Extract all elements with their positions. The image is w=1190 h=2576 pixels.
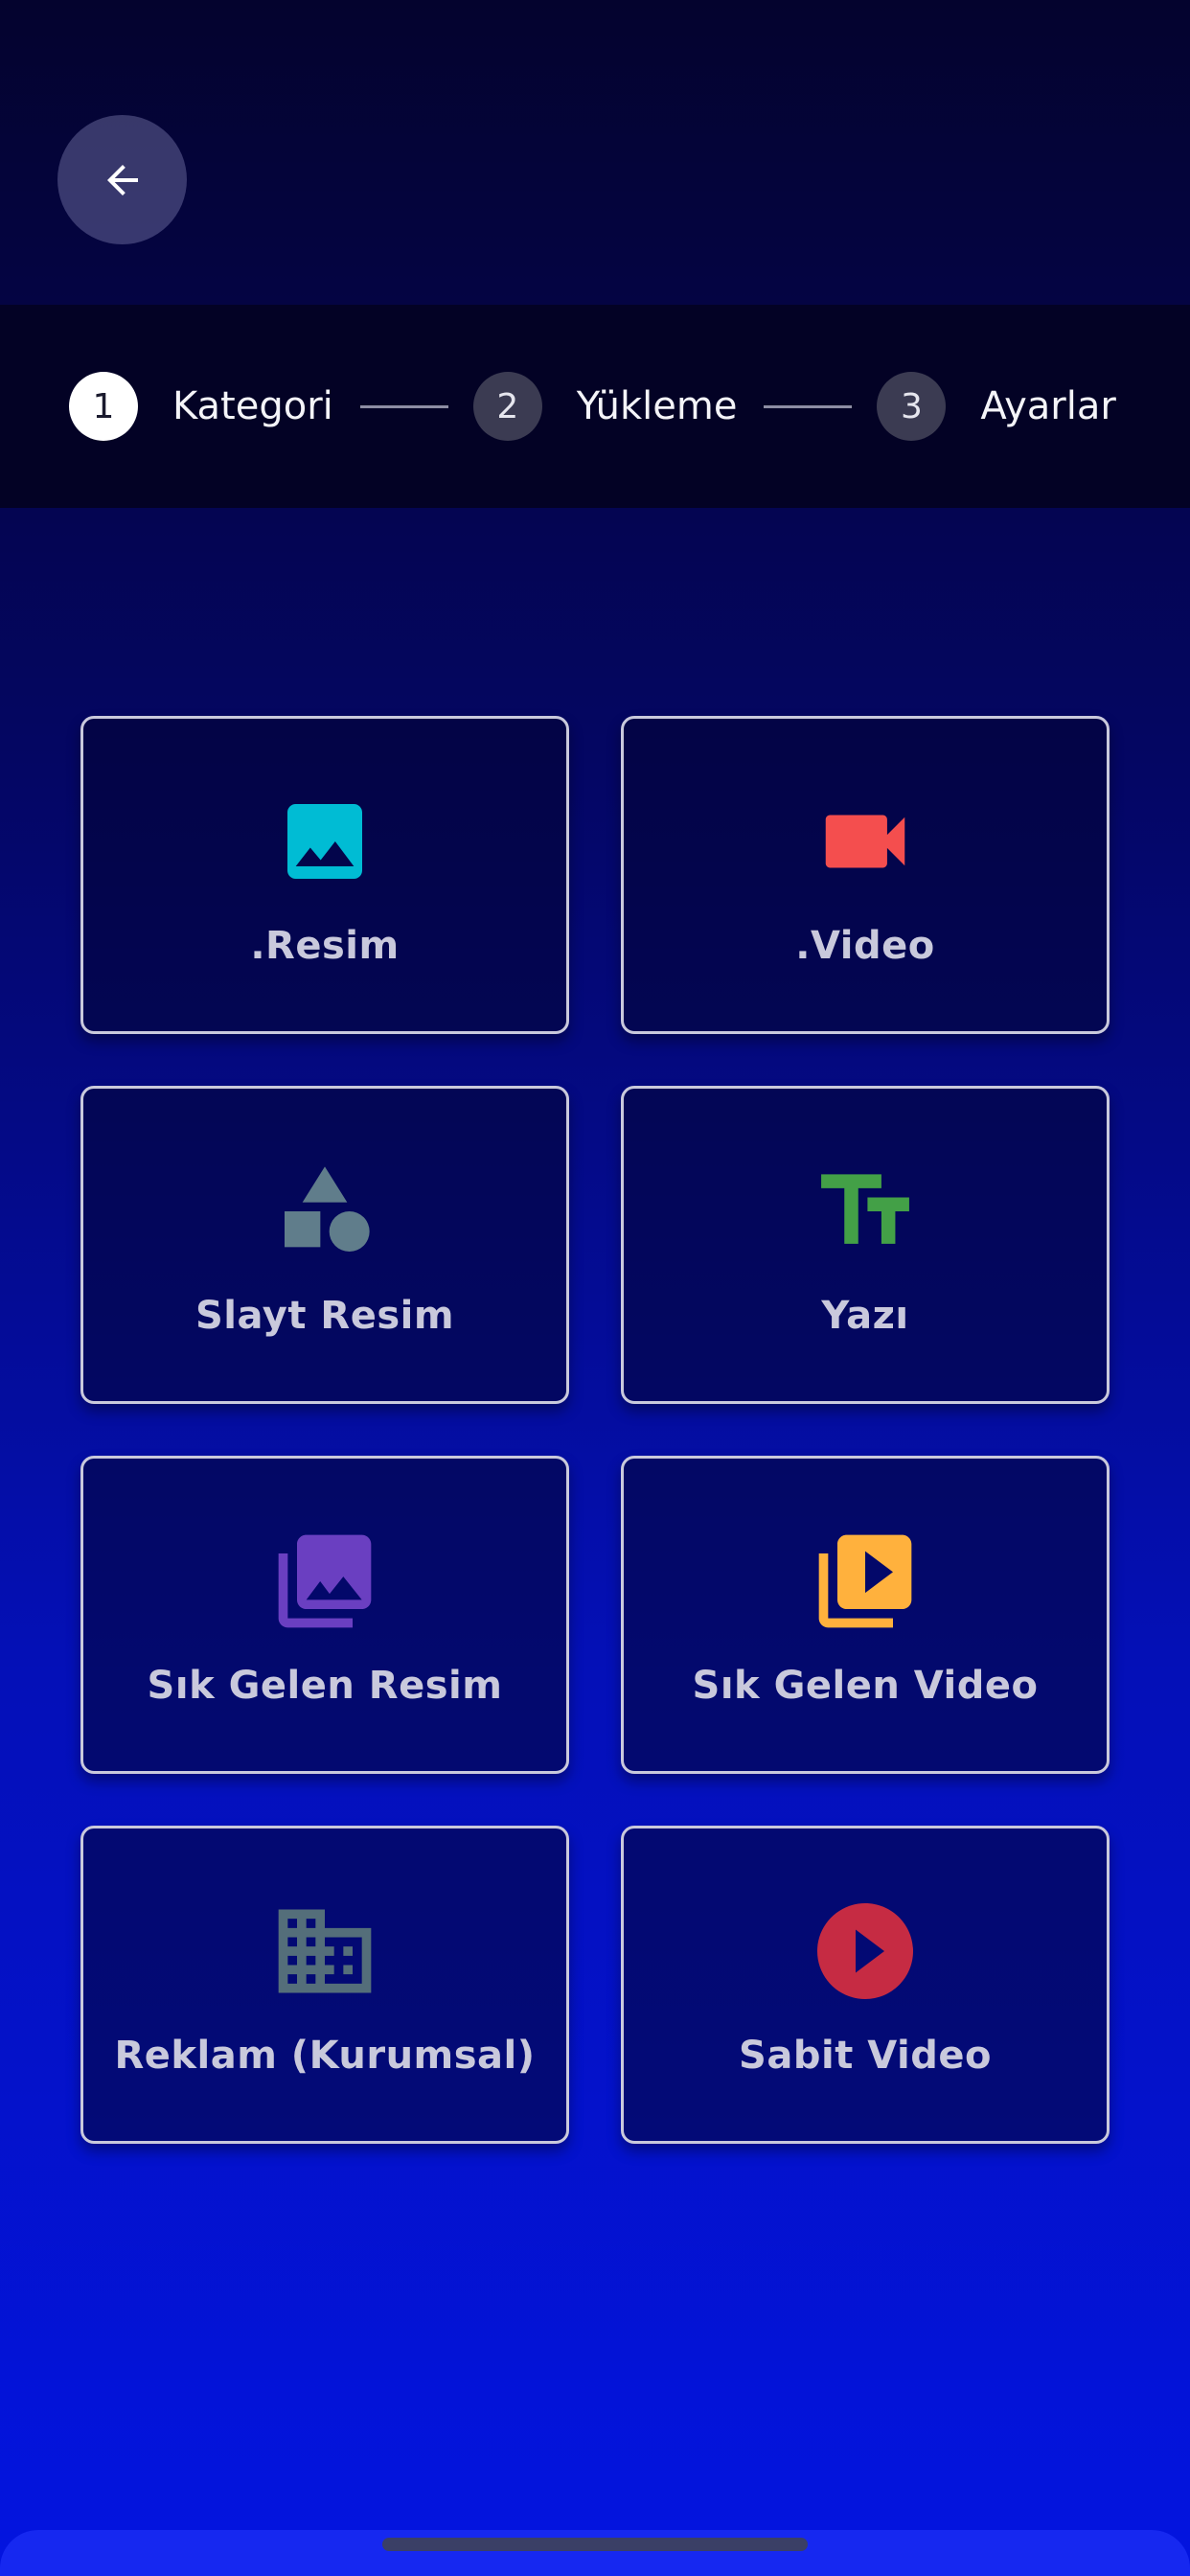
- step-number: 2: [472, 372, 542, 441]
- step-connector: [764, 404, 853, 408]
- stepper: 1 Kategori 2 Yükleme 3 Ayarlar: [0, 305, 1190, 508]
- step-connector: [359, 404, 448, 408]
- category-label: Sık Gelen Resim: [147, 1664, 503, 1708]
- image-icon: [267, 784, 382, 899]
- category-grid: .Resim .Video Slayt Resim Yazı Sık Gelen…: [80, 716, 1110, 2144]
- category-card-reklam-kurumsal[interactable]: Reklam (Kurumsal): [80, 1826, 569, 2144]
- category-card-sik-gelen-video[interactable]: Sık Gelen Video: [621, 1456, 1110, 1774]
- step-number: 1: [69, 372, 138, 441]
- step-label: Kategori: [172, 384, 333, 428]
- category-label: .Video: [795, 924, 935, 968]
- category-card-sik-gelen-resim[interactable]: Sık Gelen Resim: [80, 1456, 569, 1774]
- step-yukleme[interactable]: 2 Yükleme: [472, 372, 738, 441]
- shapes-icon: [267, 1154, 382, 1269]
- back-button[interactable]: [57, 115, 187, 244]
- step-number: 3: [877, 372, 947, 441]
- category-label: .Resim: [250, 924, 400, 968]
- play-circle-icon: [808, 1894, 923, 2009]
- step-ayarlar[interactable]: 3 Ayarlar: [877, 372, 1116, 441]
- category-card-video[interactable]: .Video: [621, 716, 1110, 1034]
- home-indicator[interactable]: [382, 2538, 808, 2551]
- step-kategori[interactable]: 1 Kategori: [69, 372, 333, 441]
- category-card-resim[interactable]: .Resim: [80, 716, 569, 1034]
- category-label: Sık Gelen Video: [692, 1664, 1039, 1708]
- category-label: Yazı: [821, 1294, 909, 1338]
- step-label: Ayarlar: [980, 384, 1116, 428]
- category-card-sabit-video[interactable]: Sabit Video: [621, 1826, 1110, 2144]
- category-label: Sabit Video: [739, 2034, 992, 2078]
- step-label: Yükleme: [576, 384, 738, 428]
- text-fields-icon: [808, 1154, 923, 1269]
- videocam-icon: [808, 784, 923, 899]
- category-label: Reklam (Kurumsal): [114, 2034, 536, 2078]
- arrow-left-icon: [106, 164, 138, 196]
- video-library-icon: [808, 1524, 923, 1639]
- category-label: Slayt Resim: [195, 1294, 455, 1338]
- photo-library-icon: [267, 1524, 382, 1639]
- category-card-yazi[interactable]: Yazı: [621, 1086, 1110, 1404]
- category-card-slayt-resim[interactable]: Slayt Resim: [80, 1086, 569, 1404]
- business-icon: [267, 1894, 382, 2009]
